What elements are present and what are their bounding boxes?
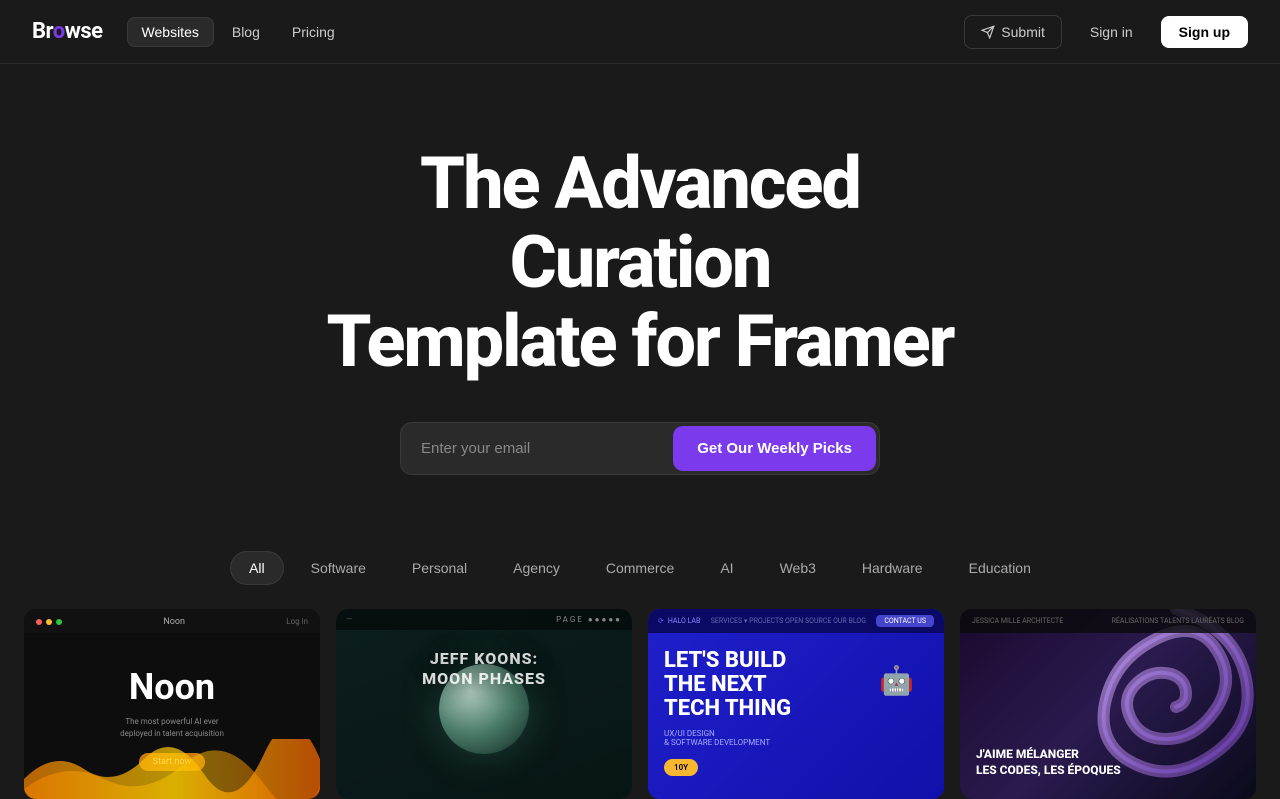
noon-browser-bar: Noon Log in — [24, 609, 320, 633]
header: Browse Websites Blog Pricing Submit Sign… — [0, 0, 1280, 64]
noon-login: Log in — [286, 617, 308, 626]
noon-dot-red — [36, 619, 42, 625]
filter-personal[interactable]: Personal — [393, 551, 486, 585]
jessica-header-bar: JESSICA MILLE ARCHITECTE RÉALISATIONS TA… — [960, 609, 1256, 633]
koons-title: JEFF KOONS:MOON PHASES — [336, 649, 632, 691]
nav-item-pricing[interactable]: Pricing — [278, 18, 349, 46]
card-koons[interactable]: JEFF KOONS:MOON PHASES — PAGE ●●●●● — [336, 609, 632, 799]
jessica-nav-top: RÉALISATIONS TALENTS LAURÉATS BLOG — [1112, 617, 1244, 625]
jessica-tagline: J'AIME MÉLANGER LES CODES, LES ÉPOQUES — [976, 747, 1240, 778]
signup-button[interactable]: Sign up — [1161, 16, 1248, 48]
header-right: Submit Sign in Sign up — [964, 15, 1248, 49]
filter-bar: All Software Personal Agency Commerce AI… — [0, 535, 1280, 609]
hero-title: The Advanced Curation Template for Frame… — [290, 144, 990, 382]
header-left: Browse Websites Blog Pricing — [32, 17, 349, 47]
email-input[interactable] — [401, 426, 670, 471]
halo-sub: UX/UI DESIGN& SOFTWARE DEVELOPMENT — [664, 729, 928, 747]
filter-commerce[interactable]: Commerce — [587, 551, 693, 585]
cards-grid: Noon Log in Noon The most powerful AI ev… — [0, 609, 1280, 799]
card-jessica[interactable]: JESSICA MILLE ARCHITECTE RÉALISATIONS TA… — [960, 609, 1256, 799]
halo-logo: ⟳ HALO LAB — [658, 617, 700, 625]
card-koons-inner: JEFF KOONS:MOON PHASES — PAGE ●●●●● — [336, 609, 632, 799]
noon-dots — [36, 619, 62, 625]
cta-button[interactable]: Get Our Weekly Picks — [673, 426, 876, 471]
logo-text: Browse — [32, 19, 103, 44]
filter-software[interactable]: Software — [292, 551, 385, 585]
nav-item-blog[interactable]: Blog — [218, 18, 274, 46]
card-noon-inner: Noon Log in Noon The most powerful AI ev… — [24, 609, 320, 799]
logo[interactable]: Browse — [32, 19, 103, 44]
halo-nav: SERVICES ▾ PROJECTS OPEN SOURCE OUR BLOG — [711, 617, 866, 625]
main-nav: Websites Blog Pricing — [127, 17, 349, 47]
noon-wave — [24, 739, 320, 799]
halo-contact: CONTACT US — [876, 615, 934, 627]
hero-title-line2: Template for Framer — [326, 299, 953, 384]
card-noon[interactable]: Noon Log in Noon The most powerful AI ev… — [24, 609, 320, 799]
koons-bar-left: — — [346, 615, 352, 624]
halo-content: LET'S BUILDTHE NEXTTECH THING UX/UI DESI… — [648, 633, 944, 793]
halo-browser-bar: ⟳ HALO LAB SERVICES ▾ PROJECTS OPEN SOUR… — [648, 609, 944, 633]
hero-section: The Advanced Curation Template for Frame… — [0, 64, 1280, 535]
filter-agency[interactable]: Agency — [494, 551, 579, 585]
jessica-bottom-text: J'AIME MÉLANGER LES CODES, LES ÉPOQUES — [976, 743, 1240, 778]
nav-item-websites[interactable]: Websites — [127, 17, 214, 47]
noon-dot-green — [56, 619, 62, 625]
card-halo[interactable]: ⟳ HALO LAB SERVICES ▾ PROJECTS OPEN SOUR… — [648, 609, 944, 799]
koons-browser-bar: — PAGE ●●●●● — [336, 609, 632, 630]
filter-hardware[interactable]: Hardware — [843, 551, 942, 585]
hero-title-line1: The Advanced Curation — [420, 141, 860, 305]
halo-emoji: 🤖 — [879, 664, 914, 697]
submit-icon — [981, 25, 995, 39]
filter-web3[interactable]: Web3 — [761, 551, 835, 585]
koons-bar-dots: PAGE ●●●●● — [556, 615, 622, 624]
noon-logo-small: Noon — [163, 617, 185, 627]
card-halo-inner: ⟳ HALO LAB SERVICES ▾ PROJECTS OPEN SOUR… — [648, 609, 944, 799]
submit-button[interactable]: Submit — [964, 15, 1062, 49]
koons-text-overlay: JEFF KOONS:MOON PHASES — [336, 649, 632, 691]
submit-label: Submit — [1001, 24, 1045, 40]
email-form: Get Our Weekly Picks — [400, 422, 880, 475]
card-jessica-inner: JESSICA MILLE ARCHITECTE RÉALISATIONS TA… — [960, 609, 1256, 799]
signin-button[interactable]: Sign in — [1074, 16, 1149, 48]
filter-education[interactable]: Education — [950, 551, 1050, 585]
filter-all[interactable]: All — [230, 551, 284, 585]
filter-ai[interactable]: AI — [701, 551, 752, 585]
halo-badge: 10Y — [664, 759, 698, 776]
jessica-name-top: JESSICA MILLE ARCHITECTE — [972, 617, 1063, 625]
noon-dot-yellow — [46, 619, 52, 625]
noon-title: Noon — [129, 666, 215, 708]
